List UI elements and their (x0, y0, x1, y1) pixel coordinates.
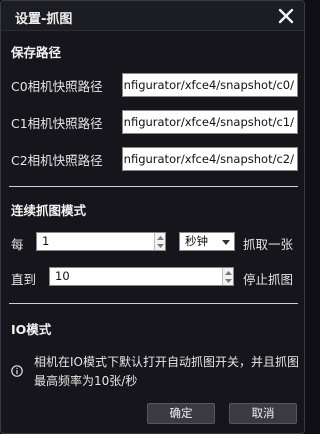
c1-path-label: C1相机快照路径 (11, 116, 103, 131)
continuous-section-title: 连续抓图模式 (11, 203, 87, 218)
c2-path-label: C2相机快照路径 (11, 153, 103, 168)
dialog-title: 设置-抓图 (15, 12, 73, 27)
every-label: 每 (11, 237, 24, 252)
c1-path-field[interactable]: onfigurator/xfce4/snapshot/c1/ (122, 110, 298, 134)
capture-one-label: 抓取一张 (243, 237, 294, 252)
io-mode-info-text: 相机在IO模式下默认打开自动抓图开关，并且抓图最高频率为10张/秒 (34, 355, 299, 388)
until-label: 直到 (11, 272, 37, 287)
unit-selected: 秒钟 (185, 234, 208, 248)
c0-path-label: C0相机快照路径 (11, 79, 103, 94)
save-path-section-title: 保存路径 (11, 45, 62, 60)
stop-capture-label: 停止抓图 (243, 272, 294, 287)
io-mode-section-title: IO模式 (11, 322, 52, 337)
until-spinbox[interactable]: 10 (49, 267, 234, 286)
close-icon[interactable] (276, 6, 296, 26)
interval-spinbox[interactable]: 1 (36, 232, 166, 251)
interval-value: 1 (42, 234, 50, 248)
title-bar: 设置-抓图 (1, 1, 304, 31)
c2-path-field[interactable]: onfigurator/xfce4/snapshot/c2/ (122, 147, 298, 171)
settings-dialog: 设置-抓图 保存路径 C0相机快照路径 onfigurator/xfce4/sn… (0, 0, 305, 434)
spin-arrows-icon[interactable] (222, 268, 233, 285)
ok-button[interactable]: 确定 (147, 403, 215, 424)
info-icon (11, 362, 23, 377)
unit-select[interactable]: 秒钟 (179, 232, 235, 251)
divider (9, 303, 298, 304)
until-value: 10 (55, 269, 70, 283)
c0-path-field[interactable]: onfigurator/xfce4/snapshot/c0/ (122, 73, 298, 97)
chevron-down-icon (221, 234, 231, 250)
spin-arrows-icon[interactable] (154, 233, 165, 250)
divider (9, 186, 298, 187)
cancel-button[interactable]: 取消 (229, 403, 297, 424)
